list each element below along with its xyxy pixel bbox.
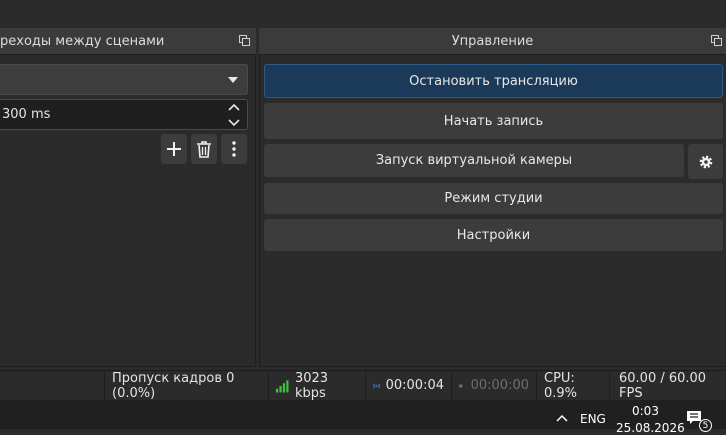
bitrate-text: 3023 kbps bbox=[294, 370, 329, 401]
controls-dock-title: Управление bbox=[259, 28, 726, 54]
gear-icon bbox=[699, 155, 712, 168]
start-recording-label: Начать запись bbox=[443, 113, 544, 129]
record-time-text: 00:00:00 bbox=[470, 378, 529, 393]
clock-date[interactable]: 25.08.2026 bbox=[616, 421, 685, 435]
virtual-camera-label: Запуск виртуальной камеры bbox=[375, 153, 573, 168]
start-recording-button[interactable]: Начать запись bbox=[264, 103, 723, 139]
duration-spinbox[interactable]: 300 ms bbox=[0, 99, 248, 130]
dropped-frames-status: Пропуск кадров 0 (0.0%) bbox=[104, 370, 268, 401]
plus-icon bbox=[167, 142, 181, 156]
fps-status: 60.00 / 60.00 FPS bbox=[609, 370, 726, 401]
notification-count-badge: 5 bbox=[699, 419, 712, 432]
virtual-camera-button[interactable]: Запуск виртуальной камеры bbox=[264, 144, 684, 177]
chevron-down-icon[interactable] bbox=[219, 65, 247, 94]
transition-properties-button[interactable] bbox=[221, 134, 247, 164]
add-transition-button[interactable] bbox=[161, 134, 187, 164]
spin-arrows-icon[interactable] bbox=[227, 102, 241, 128]
stop-stream-button[interactable]: Остановить трансляцию bbox=[264, 64, 723, 98]
settings-label: Настройки bbox=[456, 227, 531, 243]
stream-time-status: 00:00:04 bbox=[365, 371, 451, 400]
trash-icon bbox=[197, 141, 211, 158]
dropped-frames-text: Пропуск кадров 0 (0.0%) bbox=[112, 370, 235, 401]
studio-mode-button[interactable]: Режим студии bbox=[264, 183, 723, 214]
transitions-title: реходы между сценами bbox=[0, 33, 165, 49]
more-vertical-icon bbox=[232, 141, 236, 157]
virtual-camera-settings-button[interactable] bbox=[688, 144, 723, 179]
fps-text: 60.00 / 60.00 FPS bbox=[619, 370, 707, 401]
settings-button[interactable]: Настройки bbox=[264, 219, 723, 251]
bitrate-status: 3023 kbps bbox=[268, 370, 365, 401]
transitions-dock-title: реходы между сценами bbox=[0, 28, 256, 54]
chevron-up-icon[interactable] bbox=[556, 414, 568, 422]
signal-bars-icon bbox=[276, 379, 289, 392]
controls-title: Управление bbox=[451, 33, 534, 49]
stop-stream-label: Остановить трансляцию bbox=[409, 73, 578, 89]
stream-time-text: 00:00:04 bbox=[385, 378, 444, 393]
cpu-status: CPU: 0.9% bbox=[536, 370, 609, 401]
studio-mode-label: Режим студии bbox=[444, 191, 543, 206]
cpu-text: CPU: 0.9% bbox=[544, 370, 578, 401]
live-broadcast-icon bbox=[373, 383, 380, 388]
language-indicator[interactable]: ENG bbox=[580, 412, 606, 426]
record-time-status: 00:00:00 bbox=[451, 371, 536, 400]
top-area bbox=[0, 0, 726, 28]
clock-time[interactable]: 0:03 bbox=[632, 404, 659, 418]
record-dot-icon bbox=[459, 383, 463, 388]
float-dock-icon[interactable] bbox=[711, 35, 722, 46]
remove-transition-button[interactable] bbox=[191, 134, 217, 164]
transition-select[interactable] bbox=[0, 64, 248, 95]
duration-value: 300 ms bbox=[2, 107, 51, 122]
float-dock-icon[interactable] bbox=[239, 35, 250, 46]
